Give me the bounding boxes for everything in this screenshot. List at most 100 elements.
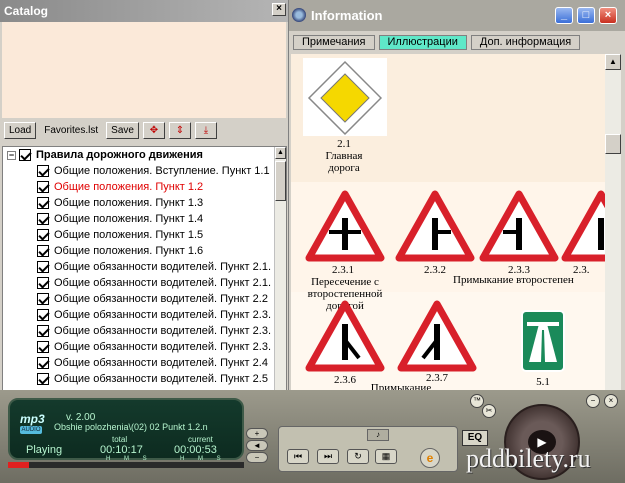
junction-left-sign-icon <box>479 190 559 262</box>
tab-extra-info[interactable]: Доп. информация <box>470 35 581 50</box>
catalog-title: Catalog <box>4 4 49 18</box>
playlist-icon[interactable]: ▦ <box>375 449 397 464</box>
info-scroll-thumb[interactable] <box>605 134 621 154</box>
information-title-bar[interactable]: Information _ □ × <box>289 0 625 31</box>
player-status: Playing <box>26 444 63 456</box>
tree-item[interactable]: Общие положения. Пункт 1.6 <box>3 243 286 259</box>
tree-item[interactable]: Общие положения. Пункт 1.4 <box>3 211 286 227</box>
sign-2-3-2-number: 2.3.2 <box>424 264 446 276</box>
tree-item[interactable]: Общие обязанности водителей. Пункт 2.1. <box>3 259 286 275</box>
tab-illustrations[interactable]: Иллюстрации <box>378 35 467 50</box>
tree-root[interactable]: − Правила дорожного движения <box>3 147 286 163</box>
catalog-close-button[interactable]: × <box>272 3 286 16</box>
volume-mid-button[interactable]: ◄ <box>246 440 268 451</box>
main-road-sign-icon <box>303 58 387 136</box>
tree-item[interactable]: Общие обязанности водителей. Пункт 2.1. <box>3 275 286 291</box>
mp3-logo: mp3 <box>20 412 45 426</box>
tree-item-label: Общие обязанности водителей. Пункт 2.2 <box>54 293 268 305</box>
prev-track-icon[interactable]: ⏮ <box>287 449 309 464</box>
root-checkbox[interactable] <box>19 149 31 161</box>
tree-item-checkbox[interactable] <box>37 325 49 337</box>
sign-2-1-number: 2.1 <box>337 138 351 150</box>
close-button[interactable]: × <box>599 7 617 24</box>
tree-item[interactable]: Общие обязанности водителей. Пункт 2.5 <box>3 371 286 387</box>
tree-item-checkbox[interactable] <box>37 309 49 321</box>
tree-item-checkbox[interactable] <box>37 261 49 273</box>
move-vertical-icon[interactable]: ⇕ <box>168 121 191 139</box>
tree-item-label: Общие обязанности водителей. Пункт 2.3. <box>54 341 272 353</box>
catalog-window: Catalog × Load Favorites.lst Save ✥ ⇕ ⤓ … <box>0 0 289 392</box>
tree-item-checkbox[interactable] <box>37 229 49 241</box>
info-scrollbar[interactable]: ▲ <box>605 54 621 392</box>
track-name: Obshie polozhenia\(02) 02 Punkt 1.2.n <box>54 422 208 432</box>
tree-item-checkbox[interactable] <box>37 197 49 209</box>
minimize-player-icon[interactable]: − <box>586 394 600 408</box>
tree-item-label: Общие положения. Вступление. Пункт 1.1 <box>54 165 270 177</box>
tree-item-checkbox[interactable] <box>37 293 49 305</box>
repeat-icon[interactable]: ↻ <box>347 449 369 464</box>
tree-item-label: Общие положения. Пункт 1.3 <box>54 197 204 209</box>
tm-icon[interactable]: ™ <box>470 394 484 408</box>
junction-diagonal-right-sign-icon <box>305 300 385 372</box>
tree-item-label: Общие обязанности водителей. Пункт 2.1. <box>54 277 272 289</box>
catalog-preview-area <box>2 22 286 118</box>
info-scroll-up-icon[interactable]: ▲ <box>605 54 621 70</box>
browser-icon[interactable]: e <box>420 448 440 468</box>
tree-item[interactable]: Общие обязанности водителей. Пункт 2.2 <box>3 291 286 307</box>
sign-2-1-name: Главная дорога <box>325 150 363 174</box>
next-track-icon[interactable]: ⏭ <box>317 449 339 464</box>
tree-item[interactable]: Общие положения. Пункт 1.3 <box>3 195 286 211</box>
tree-item[interactable]: Общие положения. Пункт 1.5 <box>3 227 286 243</box>
catalog-title-bar[interactable]: Catalog × <box>0 0 288 22</box>
tree-item-label: Общие обязанности водителей. Пункт 2.3. <box>54 309 272 321</box>
close-player-icon[interactable]: × <box>604 394 618 408</box>
motorway-sign-icon <box>521 310 565 372</box>
tree-item[interactable]: Общие обязанности водителей. Пункт 2.4 <box>3 355 286 371</box>
current-time: 00:00:53 <box>174 444 217 456</box>
playback-progress[interactable] <box>8 462 244 468</box>
tree-item-checkbox[interactable] <box>37 213 49 225</box>
info-tabs: Примечания Иллюстрации Доп. информация <box>289 31 625 51</box>
tree-item-checkbox[interactable] <box>37 373 49 385</box>
information-window: Information _ □ × Примечания Иллюстрации… <box>289 0 625 392</box>
collapse-icon[interactable]: ⤓ <box>194 121 217 139</box>
tree-item-checkbox[interactable] <box>37 341 49 353</box>
tree-item-checkbox[interactable] <box>37 277 49 289</box>
tree-item-label: Общие положения. Пункт 1.6 <box>54 245 204 257</box>
tree-item-checkbox[interactable] <box>37 357 49 369</box>
catalog-tree: − Правила дорожного движения Общие полож… <box>2 146 287 392</box>
junction-partial-sign-icon <box>561 190 605 262</box>
tree-item-checkbox[interactable] <box>37 165 49 177</box>
cut-icon[interactable]: ✂ <box>482 404 496 418</box>
tree-item-checkbox[interactable] <box>37 181 49 193</box>
crossroad-sign-icon <box>305 190 385 262</box>
tree-item[interactable]: Общие обязанности водителей. Пункт 2.3. <box>3 307 286 323</box>
expander-icon[interactable]: − <box>7 150 16 160</box>
total-label: total <box>112 435 128 444</box>
tree-item-label: Общие обязанности водителей. Пункт 2.5 <box>54 373 268 385</box>
player-display: mp3 AUDIO v. 2.00 Obshie polozhenia\(02)… <box>8 398 244 462</box>
load-button[interactable]: Load <box>4 121 37 139</box>
tree-item-checkbox[interactable] <box>37 245 49 257</box>
tree-item[interactable]: Общие обязанности водителей. Пункт 2.3. <box>3 339 286 355</box>
scroll-up-icon[interactable]: ▲ <box>275 147 286 159</box>
tree-scrollbar[interactable]: ▲ <box>274 147 286 391</box>
tree-scroll-thumb[interactable] <box>275 161 286 201</box>
watermark: pddbilety.ru <box>466 444 591 473</box>
tree-item-label: Общие обязанности водителей. Пункт 2.4 <box>54 357 268 369</box>
illustrations-panel: 2.1 Главная дорога 2.3.1 Пересечение с в… <box>291 54 605 392</box>
tab-notes[interactable]: Примечания <box>293 35 375 50</box>
tree-item-label: Общие положения. Пункт 1.4 <box>54 213 204 225</box>
tree-item[interactable]: Общие положения. Пункт 1.2 <box>3 179 286 195</box>
volume-up-button[interactable]: + <box>246 428 268 439</box>
information-title: Information <box>311 8 383 23</box>
tree-item[interactable]: Общие положения. Вступление. Пункт 1.1 <box>3 163 286 179</box>
move-all-icon[interactable]: ✥ <box>142 121 165 139</box>
maximize-button[interactable]: □ <box>577 7 595 24</box>
speaker-icon[interactable]: ♪ <box>367 429 389 441</box>
sign-junction-name: Примыкание второстепен <box>453 274 574 286</box>
save-button[interactable]: Save <box>106 121 139 139</box>
minimize-button[interactable]: _ <box>555 7 573 24</box>
tree-item[interactable]: Общие обязанности водителей. Пункт 2.3. <box>3 323 286 339</box>
volume-down-button[interactable]: − <box>246 452 268 463</box>
